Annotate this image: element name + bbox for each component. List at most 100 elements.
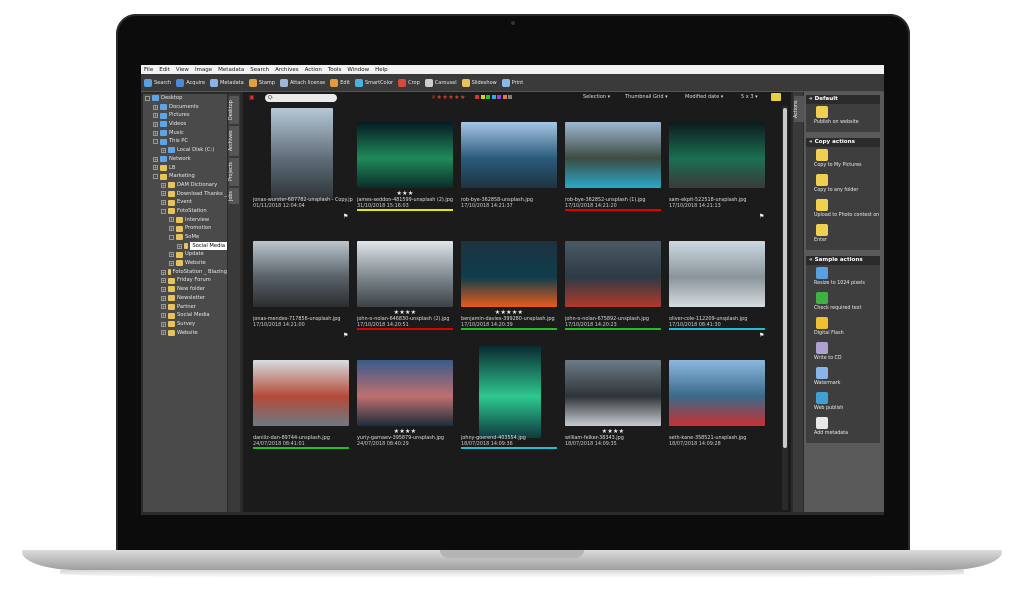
tree-item[interactable]: + Event [143, 198, 227, 207]
tree-item[interactable]: + Survey [143, 320, 227, 329]
photo-thumbnail[interactable] [479, 346, 541, 438]
slideshow-play-icon[interactable] [771, 93, 781, 101]
photo-cell[interactable]: oliver-cole-112209-unsplash.jpg 17/10/201… [667, 227, 767, 346]
action-item[interactable]: Publish on website [806, 104, 880, 129]
toolbar-stamp-button[interactable]: Stamp [248, 78, 275, 87]
action-group-header[interactable]: « Default [806, 95, 880, 104]
photo-thumbnail[interactable] [357, 241, 453, 307]
toolbar-acquire-button[interactable]: Acquire [176, 78, 205, 87]
tree-item[interactable]: - FotoStation [143, 207, 227, 216]
tree-item[interactable]: Desktop [143, 94, 227, 103]
tree-item[interactable]: + Documents [143, 103, 227, 112]
tree-item[interactable]: - This PC [143, 137, 227, 146]
expand-toggle-icon[interactable]: + [153, 156, 158, 162]
expand-toggle-icon[interactable]: + [161, 269, 166, 275]
flag-icon[interactable]: ⚑ [343, 332, 348, 339]
tree-item[interactable]: + Partner [143, 303, 227, 312]
expand-toggle-icon[interactable]: - [153, 139, 158, 145]
expand-toggle-icon[interactable]: + [161, 295, 166, 301]
toolbar-smartcolor-button[interactable]: SmartColor [354, 78, 393, 87]
photo-cell[interactable]: johny-goerend-403554.jpg 18/07/2018 14:09… [459, 346, 559, 465]
menu-item-help[interactable]: Help [375, 67, 388, 73]
tree-item[interactable]: + LB [143, 164, 227, 173]
toolbar-edit-button[interactable]: Edit [330, 78, 350, 87]
action-item[interactable]: Web publish [806, 390, 880, 415]
menu-item-file[interactable]: File [144, 67, 153, 73]
photo-thumbnail[interactable] [461, 241, 557, 307]
menu-item-search[interactable]: Search [250, 67, 269, 73]
action-item[interactable]: Write to CD [806, 340, 880, 365]
photo-cell[interactable]: jonas-mendes-717856-unsplash.jpg 17/10/20… [251, 227, 351, 346]
photo-thumbnail[interactable] [669, 241, 765, 307]
photo-cell[interactable]: jonas-wurster-687782-unsplash - Copy.jpg… [251, 108, 353, 227]
photo-cell[interactable]: ★★★★ william-felker-38343.jpg 18/07/2018 1… [563, 346, 663, 465]
expand-toggle-icon[interactable]: + [161, 191, 166, 197]
menu-item-metadata[interactable]: Metadata [218, 67, 244, 73]
photo-thumbnail[interactable] [669, 122, 765, 188]
expand-toggle-icon[interactable]: + [153, 130, 158, 136]
tree-item[interactable]: + Promotion [143, 224, 227, 233]
tab-archives[interactable]: Archives [229, 126, 239, 156]
menu-item-tools[interactable]: Tools [328, 67, 342, 73]
sort-menu[interactable]: Modified date ▾ [685, 94, 723, 100]
photo-cell[interactable]: ★★★★ yuriy-garnaev-395879-unsplash.jpg 24/… [355, 346, 455, 465]
scrollbar[interactable] [782, 106, 788, 510]
action-item[interactable]: Resize to 1024 pixels [806, 265, 880, 290]
tree-item[interactable]: - SoMe [143, 233, 227, 242]
view-menu[interactable]: Thumbnail Grid ▾ [625, 94, 668, 100]
tree-item[interactable]: + FotoStation _ Blazing [143, 268, 227, 277]
photo-thumbnail[interactable] [271, 108, 333, 200]
tree-item[interactable]: + Social Media [143, 241, 227, 251]
expand-toggle-icon[interactable]: + [169, 226, 174, 232]
menu-item-view[interactable]: View [176, 67, 189, 73]
menu-item-archives[interactable]: Archives [275, 67, 298, 73]
grid-size-menu[interactable]: 5 x 3 ▾ [741, 94, 758, 100]
tree-item[interactable]: + Friday Forum [143, 276, 227, 285]
tree-item[interactable]: + Newsletter [143, 294, 227, 303]
tree-item[interactable]: + Local Disk (C:) [143, 146, 227, 155]
flag-icon[interactable]: ⚑ [343, 213, 348, 220]
expand-toggle-icon[interactable] [145, 95, 150, 101]
selection-menu[interactable]: Selection ▾ [583, 94, 610, 100]
menu-item-action[interactable]: Action [305, 67, 322, 73]
tree-item[interactable]: + Music [143, 129, 227, 138]
action-item[interactable]: Digital Flash [806, 315, 880, 340]
tab-jobs[interactable]: Jobs [229, 188, 239, 204]
action-item[interactable]: Copy to My Pictures [806, 147, 880, 172]
expand-toggle-icon[interactable]: + [177, 243, 182, 249]
expand-toggle-icon[interactable]: + [161, 200, 166, 206]
tree-item[interactable]: + Pictures [143, 111, 227, 120]
action-group-header[interactable]: « Sample actions [806, 256, 880, 265]
toolbar-carousel-button[interactable]: Carousel [424, 78, 457, 87]
toolbar-attach-license-button[interactable]: Attach license [279, 78, 325, 87]
photo-thumbnail[interactable] [357, 122, 453, 188]
expand-toggle-icon[interactable]: + [153, 113, 158, 119]
tree-item[interactable]: + New folder [143, 285, 227, 294]
tree-item[interactable]: + Videos [143, 120, 227, 129]
expand-toggle-icon[interactable]: + [161, 330, 166, 336]
action-item[interactable]: Watermark [806, 365, 880, 390]
expand-toggle-icon[interactable]: + [169, 217, 174, 223]
photo-thumbnail[interactable] [565, 122, 661, 188]
tree-item[interactable]: + Download Thanks _ [143, 190, 227, 199]
menu-item-window[interactable]: Window [347, 67, 369, 73]
toolbar-print-button[interactable]: Print [501, 78, 523, 87]
expand-toggle-icon[interactable]: + [161, 147, 166, 153]
action-item[interactable]: Copy to any folder [806, 172, 880, 197]
photo-cell[interactable]: seth-kane-358521-unsplash.jpg 18/07/2018 … [667, 346, 767, 465]
photo-cell[interactable]: rob-bye-362858-unsplash.jpg 17/10/2018 14… [459, 108, 559, 227]
action-item[interactable]: Enter [806, 222, 880, 247]
expand-toggle-icon[interactable]: + [169, 252, 174, 258]
expand-toggle-icon[interactable]: + [153, 121, 158, 127]
color-label-filter[interactable] [475, 95, 512, 99]
expand-toggle-icon[interactable]: - [169, 234, 174, 240]
flag-icon[interactable]: ⚑ [759, 332, 764, 339]
toolbar-metadata-button[interactable]: Metadata [210, 78, 244, 87]
tree-item[interactable]: + Network [143, 155, 227, 164]
expand-toggle-icon[interactable]: + [153, 165, 158, 171]
photo-cell[interactable]: ★★★★ john-o-nolan-646830-unsplash (2).jpg… [355, 227, 455, 346]
action-item[interactable]: Check required text [806, 290, 880, 315]
action-item[interactable]: Add metadata [806, 415, 880, 440]
photo-thumbnail[interactable] [461, 122, 557, 188]
rating-filter[interactable]: ×★★★★★ [431, 94, 466, 101]
